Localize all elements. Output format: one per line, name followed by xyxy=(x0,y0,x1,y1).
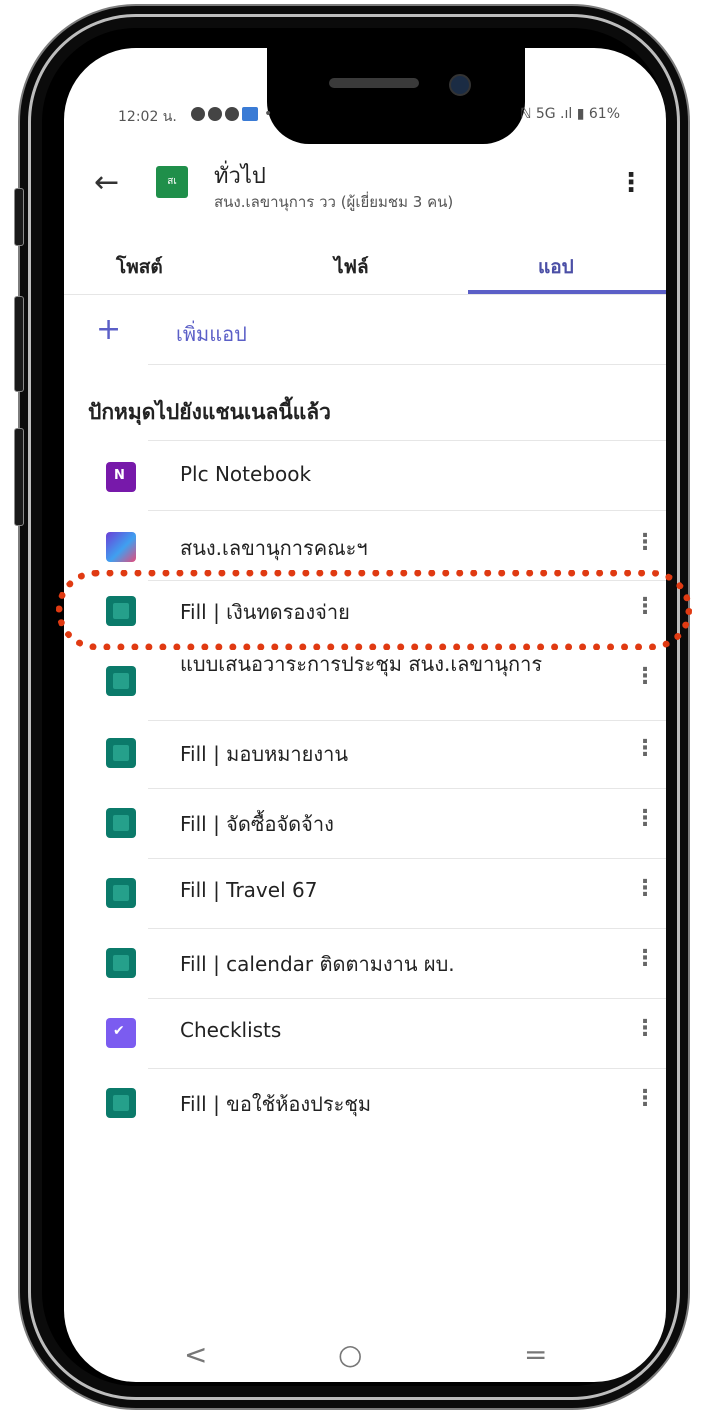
app-label: Fill | มอบหมายงาน xyxy=(180,742,349,766)
nav-home-icon[interactable]: ○ xyxy=(338,1338,362,1371)
app-row-plc-notebook[interactable]: Plc Notebook xyxy=(64,444,666,510)
app-label: Plc Notebook xyxy=(180,462,312,486)
plus-icon: + xyxy=(96,312,122,347)
more-vertical-icon[interactable]: ⋮ xyxy=(634,946,656,971)
forms-icon xyxy=(106,738,136,768)
more-vertical-icon[interactable]: ⋮ xyxy=(634,736,656,761)
more-vertical-icon[interactable]: ⋮ xyxy=(634,1086,656,1111)
add-app-label: เพิ่มแอป xyxy=(176,322,247,346)
channel-title: ทั่วไป xyxy=(214,164,266,189)
channel-header: ← สเ ทั่วไป สนง.เลขานุการ วว (ผู้เยี่ยมช… xyxy=(64,154,666,234)
onenote-icon xyxy=(106,462,136,492)
app-row-travel[interactable]: Fill | Travel 67 ⋮ xyxy=(64,860,666,926)
status-bar: 12:02 น. • ℕ 5G .ıl ▮ 61% xyxy=(64,106,666,132)
app-row-assignment[interactable]: Fill | มอบหมายงาน ⋮ xyxy=(64,720,666,786)
channel-subtitle: สนง.เลขานุการ วว (ผู้เยี่ยมชม 3 คน) xyxy=(214,193,454,211)
divider xyxy=(148,998,666,999)
app-label: Fill | calendar ติดตามงาน ผบ. xyxy=(180,952,455,976)
more-vertical-icon[interactable]: ⋮ xyxy=(634,530,656,555)
checklists-icon xyxy=(106,1018,136,1048)
divider xyxy=(148,1068,666,1069)
speaker xyxy=(329,78,419,88)
power-apps-icon xyxy=(106,532,136,562)
forms-icon xyxy=(106,878,136,908)
more-vertical-icon[interactable]: ⋮ xyxy=(634,664,656,689)
divider xyxy=(148,510,666,511)
tab-apps[interactable]: แอป xyxy=(538,252,574,282)
forms-icon xyxy=(106,1088,136,1118)
app-row-procurement[interactable]: Fill | จัดซื้อจัดจ้าง ⋮ xyxy=(64,790,666,856)
more-vertical-icon[interactable]: ⋮ xyxy=(634,876,656,901)
app-row-meeting-room[interactable]: Fill | ขอใช้ห้องประชุม ⋮ xyxy=(64,1070,666,1136)
tab-files[interactable]: ไฟล์ xyxy=(334,252,369,282)
more-vertical-icon[interactable]: ⋮ xyxy=(618,168,644,198)
forms-icon xyxy=(106,666,136,696)
add-app-button[interactable]: + เพิ่มแอป xyxy=(64,300,666,364)
tab-bar: โพสต์ ไฟล์ แอป xyxy=(64,238,666,296)
volume-down-button xyxy=(14,428,24,526)
nav-recents-icon[interactable]: = xyxy=(524,1338,547,1371)
forms-icon xyxy=(106,948,136,978)
divider xyxy=(148,928,666,929)
more-vertical-icon[interactable]: ⋮ xyxy=(634,806,656,831)
app-label: Fill | Travel 67 xyxy=(180,878,318,902)
team-avatar: สเ xyxy=(156,166,188,198)
app-label: Fill | จัดซื้อจัดจ้าง xyxy=(180,812,334,836)
forms-icon xyxy=(106,808,136,838)
highlight-callout xyxy=(56,570,692,650)
divider xyxy=(148,788,666,789)
app-label: แบบเสนอวาระการประชุม สนง.เลขานุการ xyxy=(180,652,543,676)
app-label: สนง.เลขานุการคณะฯ xyxy=(180,536,368,560)
android-nav-bar: < ○ = xyxy=(64,1338,666,1382)
nav-back-icon[interactable]: < xyxy=(184,1338,207,1371)
phone-screen: 12:02 น. • ℕ 5G .ıl ▮ 61% ← สเ ทั่วไป สน… xyxy=(64,48,666,1382)
app-row-meeting-agenda[interactable]: แบบเสนอวาระการประชุม สนง.เลขานุการ ⋮ xyxy=(64,648,666,714)
back-arrow-icon[interactable]: ← xyxy=(94,168,128,202)
notification-icons: • xyxy=(188,106,272,122)
divider xyxy=(148,440,666,441)
app-label: Checklists xyxy=(180,1018,282,1042)
tab-posts[interactable]: โพสต์ xyxy=(116,252,163,282)
tab-divider xyxy=(64,294,666,295)
side-button xyxy=(14,188,24,246)
app-row-calendar[interactable]: Fill | calendar ติดตามงาน ผบ. ⋮ xyxy=(64,930,666,996)
app-row-checklists[interactable]: Checklists ⋮ xyxy=(64,1000,666,1066)
status-right: ℕ 5G .ıl ▮ 61% xyxy=(520,106,620,122)
divider xyxy=(148,858,666,859)
app-label: Fill | ขอใช้ห้องประชุม xyxy=(180,1092,372,1116)
volume-up-button xyxy=(14,296,24,392)
status-time: 12:02 น. xyxy=(118,109,177,125)
section-title: ปักหมุดไปยังแชนเนลนี้แล้ว xyxy=(88,400,331,424)
divider xyxy=(148,364,666,365)
front-camera xyxy=(449,74,471,96)
more-vertical-icon[interactable]: ⋮ xyxy=(634,1016,656,1041)
